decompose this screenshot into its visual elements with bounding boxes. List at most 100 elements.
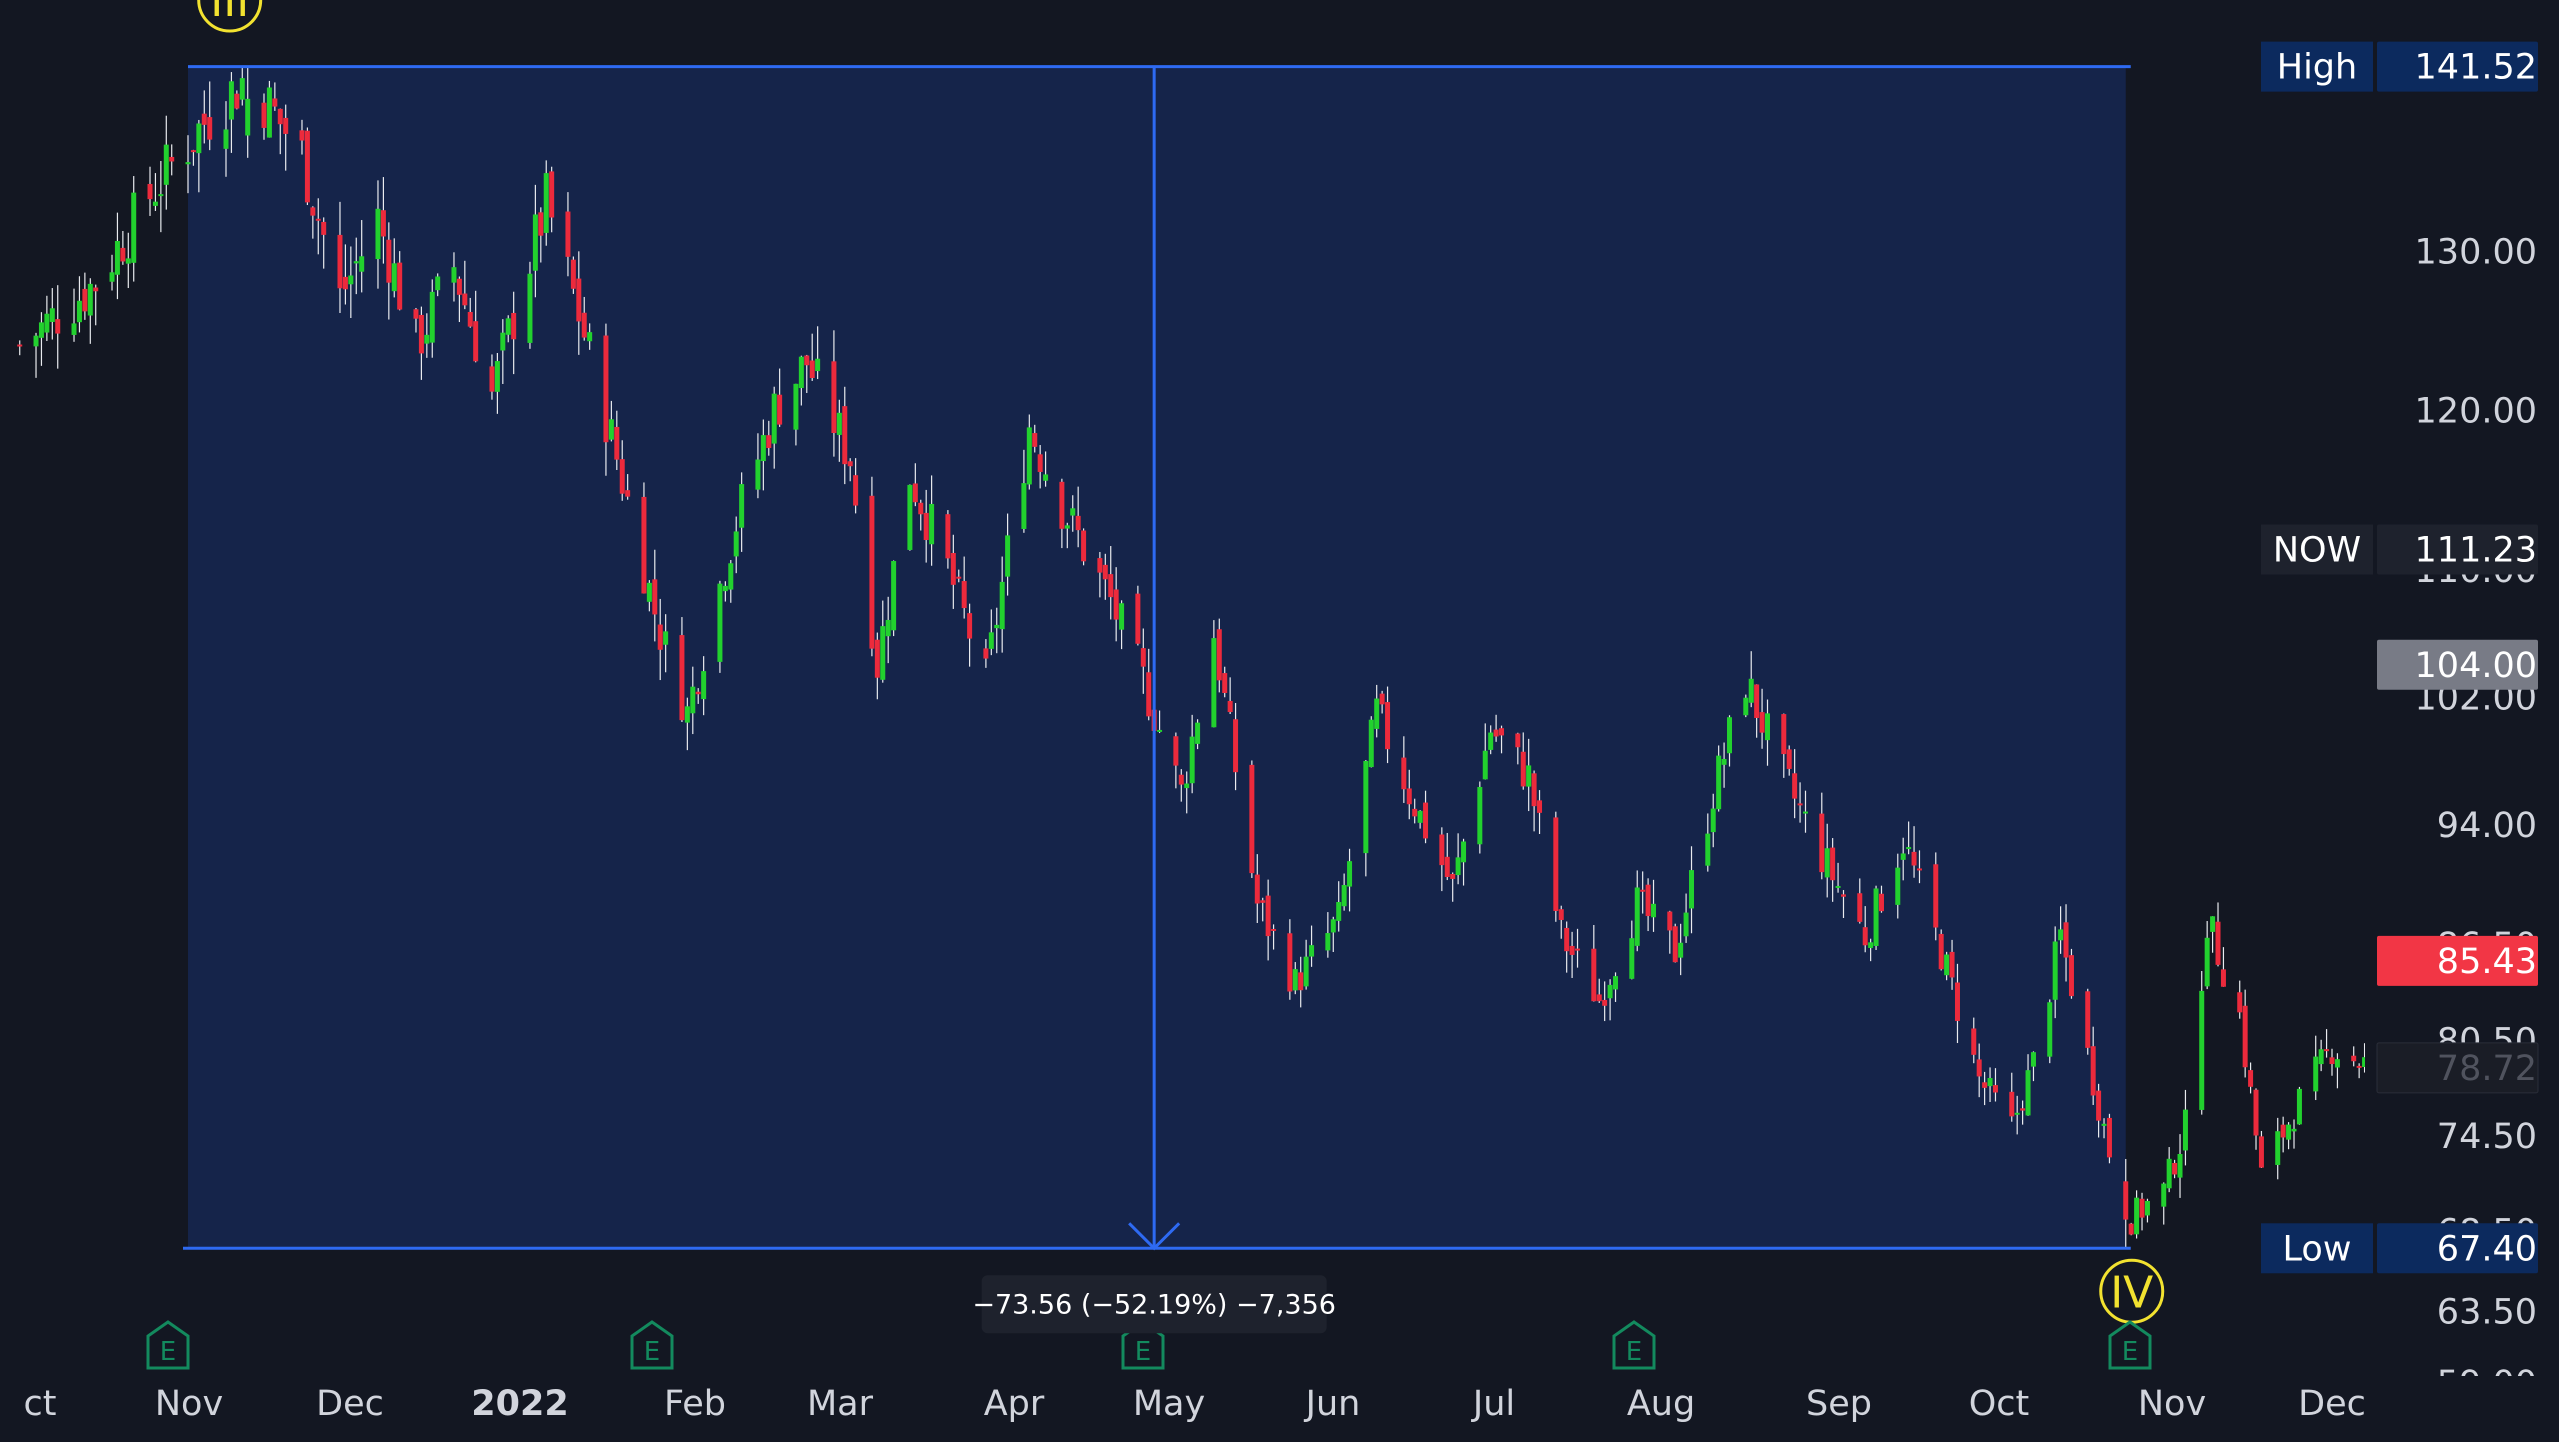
candle-body-up <box>1189 736 1195 784</box>
candle-body-down <box>1222 673 1228 694</box>
candle-body-up <box>500 332 506 351</box>
candle <box>570 256 576 294</box>
candle-body-down <box>804 355 810 366</box>
candle-body-down <box>695 691 701 695</box>
candle-body-up <box>245 98 251 136</box>
candle-body-up <box>663 631 669 645</box>
candle-body-up <box>1477 786 1483 845</box>
candle-body-up <box>1802 811 1808 814</box>
time-tick-label: Feb <box>664 1384 726 1424</box>
price-label-85-43[interactable]: 85.43 <box>2377 935 2538 986</box>
candle-body-up <box>2052 941 2058 1000</box>
price-tick-label: 130.00 <box>2415 232 2537 272</box>
candle-body-down <box>2258 1136 2264 1168</box>
candle-body-up <box>131 192 137 263</box>
candle <box>2199 971 2205 1115</box>
candle-body-up <box>76 300 82 323</box>
candle-body-down <box>55 319 61 334</box>
candle-body-down <box>1569 945 1575 955</box>
candle-body-down <box>570 259 576 289</box>
candle-body-down <box>679 635 685 721</box>
candle-body-up <box>2134 1197 2140 1235</box>
candle-body-up <box>988 632 994 649</box>
candle-body-up <box>1195 722 1201 744</box>
candle-body-down <box>657 624 663 650</box>
price-tick-label: 94.00 <box>2437 806 2537 846</box>
candle-body-up <box>1184 783 1190 789</box>
candle-body-down <box>511 312 517 340</box>
candle-body-up <box>266 87 272 138</box>
candle-body-down <box>1227 700 1233 713</box>
candle-body-up <box>375 208 381 260</box>
candle-body-down <box>2237 992 2243 1013</box>
candle-body-down <box>983 648 989 659</box>
candle-body-down <box>1520 751 1526 787</box>
candle-body-up <box>1835 885 1841 888</box>
candle-body-down <box>2253 1089 2259 1136</box>
candle-body-up <box>1211 638 1217 728</box>
candle-body-down <box>1982 1082 1988 1088</box>
candle-body-up <box>1417 810 1423 823</box>
candle-body-up <box>1689 870 1695 909</box>
candle-body-up <box>353 261 359 264</box>
candle-body-up <box>196 123 202 154</box>
candle-body-up <box>185 162 191 165</box>
time-tick-label: Oct <box>1969 1384 2030 1424</box>
earnings-icon-letter: E <box>1135 1337 1151 1367</box>
price-label-now[interactable]: NOW 111.23 <box>2261 524 2538 575</box>
candle-body-up <box>1363 760 1369 854</box>
candle-body-up <box>391 263 397 292</box>
candle <box>266 80 272 138</box>
candle-body-up <box>728 563 734 590</box>
candle-body-up <box>690 686 696 714</box>
time-tick-label: May <box>1133 1384 1205 1424</box>
candle-body-down <box>380 210 386 237</box>
candle-body-down <box>652 579 658 615</box>
candle-body-down <box>147 183 153 200</box>
price-label-78-72[interactable]: 78.72 <box>2376 1042 2539 1094</box>
candle-body-down <box>386 239 392 283</box>
candle-body-down <box>1097 558 1103 573</box>
candle-body-down <box>1862 927 1868 946</box>
wave-label-text: IV <box>2110 1267 2153 1318</box>
candle-body-up <box>793 383 799 430</box>
candle-body-up <box>429 291 435 343</box>
candle-body-up <box>451 267 457 283</box>
wave-label-iv[interactable]: IV <box>2099 1258 2165 1324</box>
candle-body-up <box>494 361 500 392</box>
price-label-104-00[interactable]: 104.00 <box>2377 639 2538 690</box>
candle-body-down <box>565 211 571 257</box>
candle-body-up <box>2296 1088 2302 1125</box>
candle-body-up <box>836 412 842 435</box>
price-tick-label: 63.50 <box>2437 1292 2537 1332</box>
price-label-high[interactable]: High 141.52 <box>2261 41 2538 92</box>
candle-body-up <box>1607 984 1613 999</box>
candle-body-down <box>1878 893 1884 912</box>
candle-body-down <box>1108 574 1114 598</box>
candle-body-up <box>587 332 593 342</box>
candle-body-up <box>2291 1128 2297 1132</box>
measure-box[interactable] <box>188 66 2126 1249</box>
candle-body-up <box>505 318 511 335</box>
candle-body-up <box>1944 954 1950 976</box>
candle-body-down <box>777 394 783 425</box>
chart[interactable]: 130.00120.0094.0080.5074.5063.5059.00141… <box>0 0 2559 1438</box>
candle-body-up <box>733 531 739 557</box>
candle-body-up <box>1341 885 1347 907</box>
candle-body-down <box>1840 894 1846 897</box>
candle-body-down <box>456 278 462 295</box>
candle-body-down <box>1857 893 1863 922</box>
candle-body-down <box>842 406 848 465</box>
candle-body-up <box>1873 888 1879 946</box>
candle-body-up <box>1748 678 1754 703</box>
candle-body-up <box>38 322 44 338</box>
candle <box>2106 1113 2112 1164</box>
candle <box>1249 760 1255 878</box>
candle-body-up <box>49 308 55 322</box>
candle-body-down <box>310 207 316 216</box>
candle-body-down <box>1938 933 1944 970</box>
price-label-low[interactable]: Low 67.40 <box>2261 1223 2538 1274</box>
candlestick-chart[interactable]: 130.00120.0094.0080.5074.5063.5059.00141… <box>0 0 2559 1438</box>
candle <box>1672 923 1678 963</box>
candle-body-down <box>2242 1005 2248 1068</box>
